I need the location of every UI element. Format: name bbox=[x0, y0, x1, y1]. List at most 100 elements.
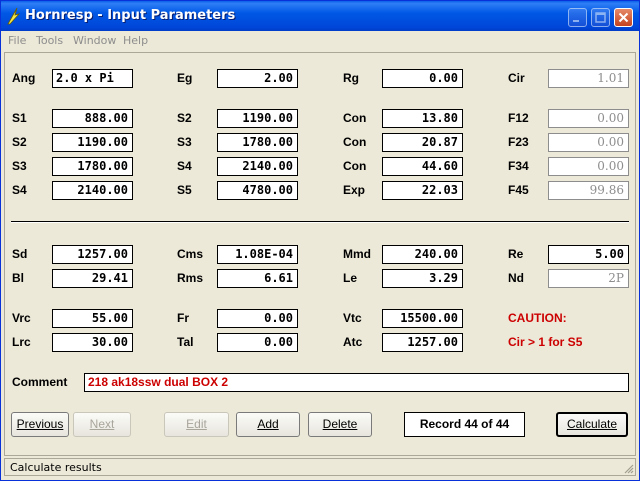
previous-button[interactable]: Previous bbox=[11, 412, 69, 437]
minimize-icon bbox=[573, 20, 579, 22]
add-button[interactable]: Add bbox=[236, 412, 300, 437]
field-f45: 99.86 bbox=[548, 181, 629, 200]
resize-grip-icon[interactable] bbox=[622, 462, 634, 474]
field-vrc[interactable]: 55.00 bbox=[52, 309, 133, 328]
field-f34: 0.00 bbox=[548, 157, 629, 176]
label-bl: Bl bbox=[12, 271, 24, 285]
edit-button-label: Edit bbox=[186, 417, 207, 431]
label-nd: Nd bbox=[508, 271, 524, 285]
label-s4-left: S4 bbox=[12, 183, 27, 197]
field-bl[interactable]: 29.41 bbox=[52, 269, 133, 288]
field-s4-left[interactable]: 2140.00 bbox=[52, 181, 133, 200]
previous-button-label: Previous bbox=[16, 417, 64, 431]
label-sd: Sd bbox=[12, 247, 28, 261]
label-comment: Comment bbox=[12, 375, 68, 389]
label-con-2: Con bbox=[343, 135, 367, 149]
comment-field[interactable]: 218 ak18ssw dual BOX 2 bbox=[84, 373, 629, 392]
field-ang[interactable]: 2.0 x Pi bbox=[52, 69, 133, 88]
field-s3-left[interactable]: 1780.00 bbox=[52, 157, 133, 176]
maximize-button[interactable] bbox=[591, 8, 610, 27]
label-rg: Rg bbox=[343, 71, 359, 85]
field-rms[interactable]: 6.61 bbox=[217, 269, 298, 288]
field-rg[interactable]: 0.00 bbox=[382, 69, 463, 88]
field-lrc[interactable]: 30.00 bbox=[52, 333, 133, 352]
field-le[interactable]: 3.29 bbox=[382, 269, 463, 288]
label-lrc: Lrc bbox=[12, 335, 31, 349]
label-mmd: Mmd bbox=[343, 247, 371, 261]
record-indicator: Record 44 of 44 bbox=[404, 412, 525, 437]
field-re[interactable]: 5.00 bbox=[548, 245, 629, 264]
app-window: Hornresp - Input Parameters File Tools W… bbox=[0, 0, 640, 481]
label-con-1: Con bbox=[343, 111, 367, 125]
field-con-3[interactable]: 44.60 bbox=[382, 157, 463, 176]
field-s5[interactable]: 4780.00 bbox=[217, 181, 298, 200]
label-vrc: Vrc bbox=[12, 311, 31, 325]
label-s3-right: S3 bbox=[177, 135, 192, 149]
label-s2-left: S2 bbox=[12, 135, 27, 149]
field-cms[interactable]: 1.08E-04 bbox=[217, 245, 298, 264]
title-bar[interactable]: Hornresp - Input Parameters bbox=[1, 1, 639, 31]
status-text: Calculate results bbox=[10, 461, 102, 474]
label-s3-left: S3 bbox=[12, 159, 27, 173]
label-vtc: Vtc bbox=[343, 311, 362, 325]
label-le: Le bbox=[343, 271, 358, 285]
field-s2-left[interactable]: 1190.00 bbox=[52, 133, 133, 152]
field-vtc[interactable]: 15500.00 bbox=[382, 309, 463, 328]
field-s4-right[interactable]: 2140.00 bbox=[217, 157, 298, 176]
label-exp: Exp bbox=[343, 183, 366, 197]
caution-heading: CAUTION: bbox=[508, 311, 567, 325]
field-cir: 1.01 bbox=[548, 69, 629, 88]
delete-button-label: Delete bbox=[322, 417, 358, 431]
label-cir: Cir bbox=[508, 71, 525, 85]
label-atc: Atc bbox=[343, 335, 363, 349]
close-icon bbox=[618, 12, 629, 23]
field-eg[interactable]: 2.00 bbox=[217, 69, 298, 88]
field-sd[interactable]: 1257.00 bbox=[52, 245, 133, 264]
field-tal[interactable]: 0.00 bbox=[217, 333, 298, 352]
calculate-button-label: Calculate bbox=[566, 417, 618, 431]
field-mmd[interactable]: 240.00 bbox=[382, 245, 463, 264]
label-cms: Cms bbox=[177, 247, 204, 261]
next-button[interactable]: Next bbox=[73, 412, 131, 437]
field-fr[interactable]: 0.00 bbox=[217, 309, 298, 328]
edit-button[interactable]: Edit bbox=[164, 412, 229, 437]
label-f34: F34 bbox=[508, 159, 529, 173]
field-s2-right[interactable]: 1190.00 bbox=[217, 109, 298, 128]
label-f23: F23 bbox=[508, 135, 529, 149]
label-fr: Fr bbox=[177, 311, 189, 325]
label-ang: Ang bbox=[12, 71, 36, 85]
field-con-1[interactable]: 13.80 bbox=[382, 109, 463, 128]
input-parameters-panel: Ang 2.0 x Pi Eg 2.00 Rg 0.00 Cir 1.01 S1… bbox=[4, 52, 636, 456]
label-s5: S5 bbox=[177, 183, 192, 197]
next-button-label: Next bbox=[89, 417, 115, 431]
hornresp-logo-icon bbox=[7, 7, 21, 25]
label-f12: F12 bbox=[508, 111, 529, 125]
section-divider bbox=[11, 221, 629, 223]
caution-message: Cir > 1 for S5 bbox=[508, 335, 583, 349]
field-f23: 0.00 bbox=[548, 133, 629, 152]
menu-file[interactable]: File bbox=[8, 34, 26, 47]
field-exp[interactable]: 22.03 bbox=[382, 181, 463, 200]
field-s3-right[interactable]: 1780.00 bbox=[217, 133, 298, 152]
label-re: Re bbox=[508, 247, 524, 261]
field-atc[interactable]: 1257.00 bbox=[382, 333, 463, 352]
label-f45: F45 bbox=[508, 183, 529, 197]
add-button-label: Add bbox=[257, 417, 279, 431]
menu-window[interactable]: Window bbox=[73, 34, 116, 47]
field-s1[interactable]: 888.00 bbox=[52, 109, 133, 128]
status-bar: Calculate results bbox=[4, 458, 636, 476]
menu-tools[interactable]: Tools bbox=[36, 34, 63, 47]
field-con-2[interactable]: 20.87 bbox=[382, 133, 463, 152]
window-title: Hornresp - Input Parameters bbox=[25, 8, 236, 23]
label-eg: Eg bbox=[177, 71, 193, 85]
label-con-3: Con bbox=[343, 159, 367, 173]
close-button[interactable] bbox=[614, 8, 633, 27]
calculate-button[interactable]: Calculate bbox=[556, 412, 628, 437]
delete-button[interactable]: Delete bbox=[308, 412, 372, 437]
minimize-button[interactable] bbox=[568, 8, 587, 27]
maximize-icon bbox=[595, 12, 606, 23]
menu-help[interactable]: Help bbox=[123, 34, 148, 47]
label-tal: Tal bbox=[177, 335, 194, 349]
label-s4-right: S4 bbox=[177, 159, 192, 173]
field-nd: 2P bbox=[548, 269, 629, 288]
